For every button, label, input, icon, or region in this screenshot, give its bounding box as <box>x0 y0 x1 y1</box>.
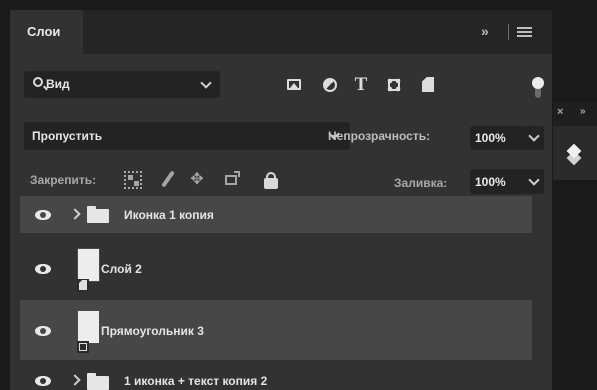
collapse-panels-icon[interactable]: » <box>481 23 489 39</box>
shape-layer-icon <box>77 341 89 353</box>
tab-bar-divider <box>508 24 509 40</box>
layer-name: Слой 2 <box>101 262 142 276</box>
layer-row[interactable]: Иконка 1 копия <box>20 196 532 233</box>
chevron-down-icon <box>200 77 212 89</box>
lock-label: Закрепить: <box>30 173 97 187</box>
layer-row[interactable]: Прямоугольник 3 <box>20 300 532 360</box>
adjustment-filter-icon[interactable] <box>321 76 339 94</box>
lock-image-pixels-icon[interactable] <box>158 171 176 189</box>
blend-mode-select[interactable]: Пропустить <box>24 122 350 150</box>
opacity-label: Непрозрачность: <box>328 129 431 143</box>
lock-artboard-icon[interactable] <box>223 171 241 189</box>
dock-header: × » <box>553 102 597 126</box>
visibility-eye-icon[interactable] <box>35 264 51 274</box>
fill-input[interactable]: 100% <box>470 169 524 194</box>
chevron-right-icon[interactable] <box>69 208 81 220</box>
search-icon <box>33 77 43 87</box>
opacity-value: 100% <box>475 131 506 145</box>
smart-object-icon <box>77 279 89 291</box>
smart-object-filter-icon[interactable] <box>419 76 437 94</box>
panel-menu-icon[interactable] <box>517 27 532 38</box>
layer-name: 1 иконка + текст копия 2 <box>124 374 268 388</box>
layer-row[interactable]: Слой 2 <box>20 238 532 300</box>
layer-name: Прямоугольник 3 <box>101 324 204 338</box>
folder-icon <box>87 373 109 390</box>
filter-kind-label: Вид <box>46 77 70 91</box>
layer-row[interactable]: 1 иконка + текст копия 2 <box>20 365 532 390</box>
blend-mode-value: Пропустить <box>32 129 103 143</box>
type-filter-icon[interactable]: T <box>352 75 370 94</box>
layer-thumbnail <box>77 310 100 344</box>
layer-name: Иконка 1 копия <box>124 208 214 222</box>
close-icon[interactable]: × <box>557 106 563 118</box>
layer-thumbnail <box>77 248 100 282</box>
tab-layers-label: Слои <box>27 24 61 39</box>
folder-icon <box>87 206 109 223</box>
filter-kind-select[interactable]: Вид <box>24 71 220 98</box>
layers-panel: Слои » Вид T Пропустить Непрозрачность: … <box>10 10 552 390</box>
filter-toggle-switch[interactable] <box>532 77 544 98</box>
chevron-right-icon[interactable] <box>69 374 81 386</box>
fill-dropdown-button[interactable] <box>524 169 544 194</box>
tab-layers[interactable]: Слои <box>10 10 83 54</box>
lock-position-icon[interactable]: ✥ <box>188 171 206 189</box>
image-filter-icon[interactable] <box>286 76 304 94</box>
opacity-dropdown-button[interactable] <box>524 126 544 150</box>
photoshop-workspace: Слои » Вид T Пропустить Непрозрачность: … <box>0 0 597 390</box>
visibility-eye-icon[interactable] <box>35 210 51 220</box>
shape-filter-icon[interactable] <box>385 76 403 94</box>
fill-label: Заливка: <box>394 176 448 190</box>
opacity-input[interactable]: 100% <box>470 126 524 150</box>
chevron-down-icon <box>528 174 540 186</box>
layers-icon[interactable] <box>565 143 585 166</box>
lock-transparent-pixels-icon[interactable] <box>124 171 142 189</box>
collapsed-panel-dock: × » <box>553 102 597 180</box>
chevron-down-icon <box>528 130 540 142</box>
panel-tab-bar: Слои » <box>10 10 552 54</box>
fill-value: 100% <box>475 175 506 189</box>
lock-all-icon[interactable] <box>262 171 280 189</box>
visibility-eye-icon[interactable] <box>35 326 51 336</box>
expand-panels-icon[interactable]: » <box>580 106 585 117</box>
visibility-eye-icon[interactable] <box>35 376 51 386</box>
